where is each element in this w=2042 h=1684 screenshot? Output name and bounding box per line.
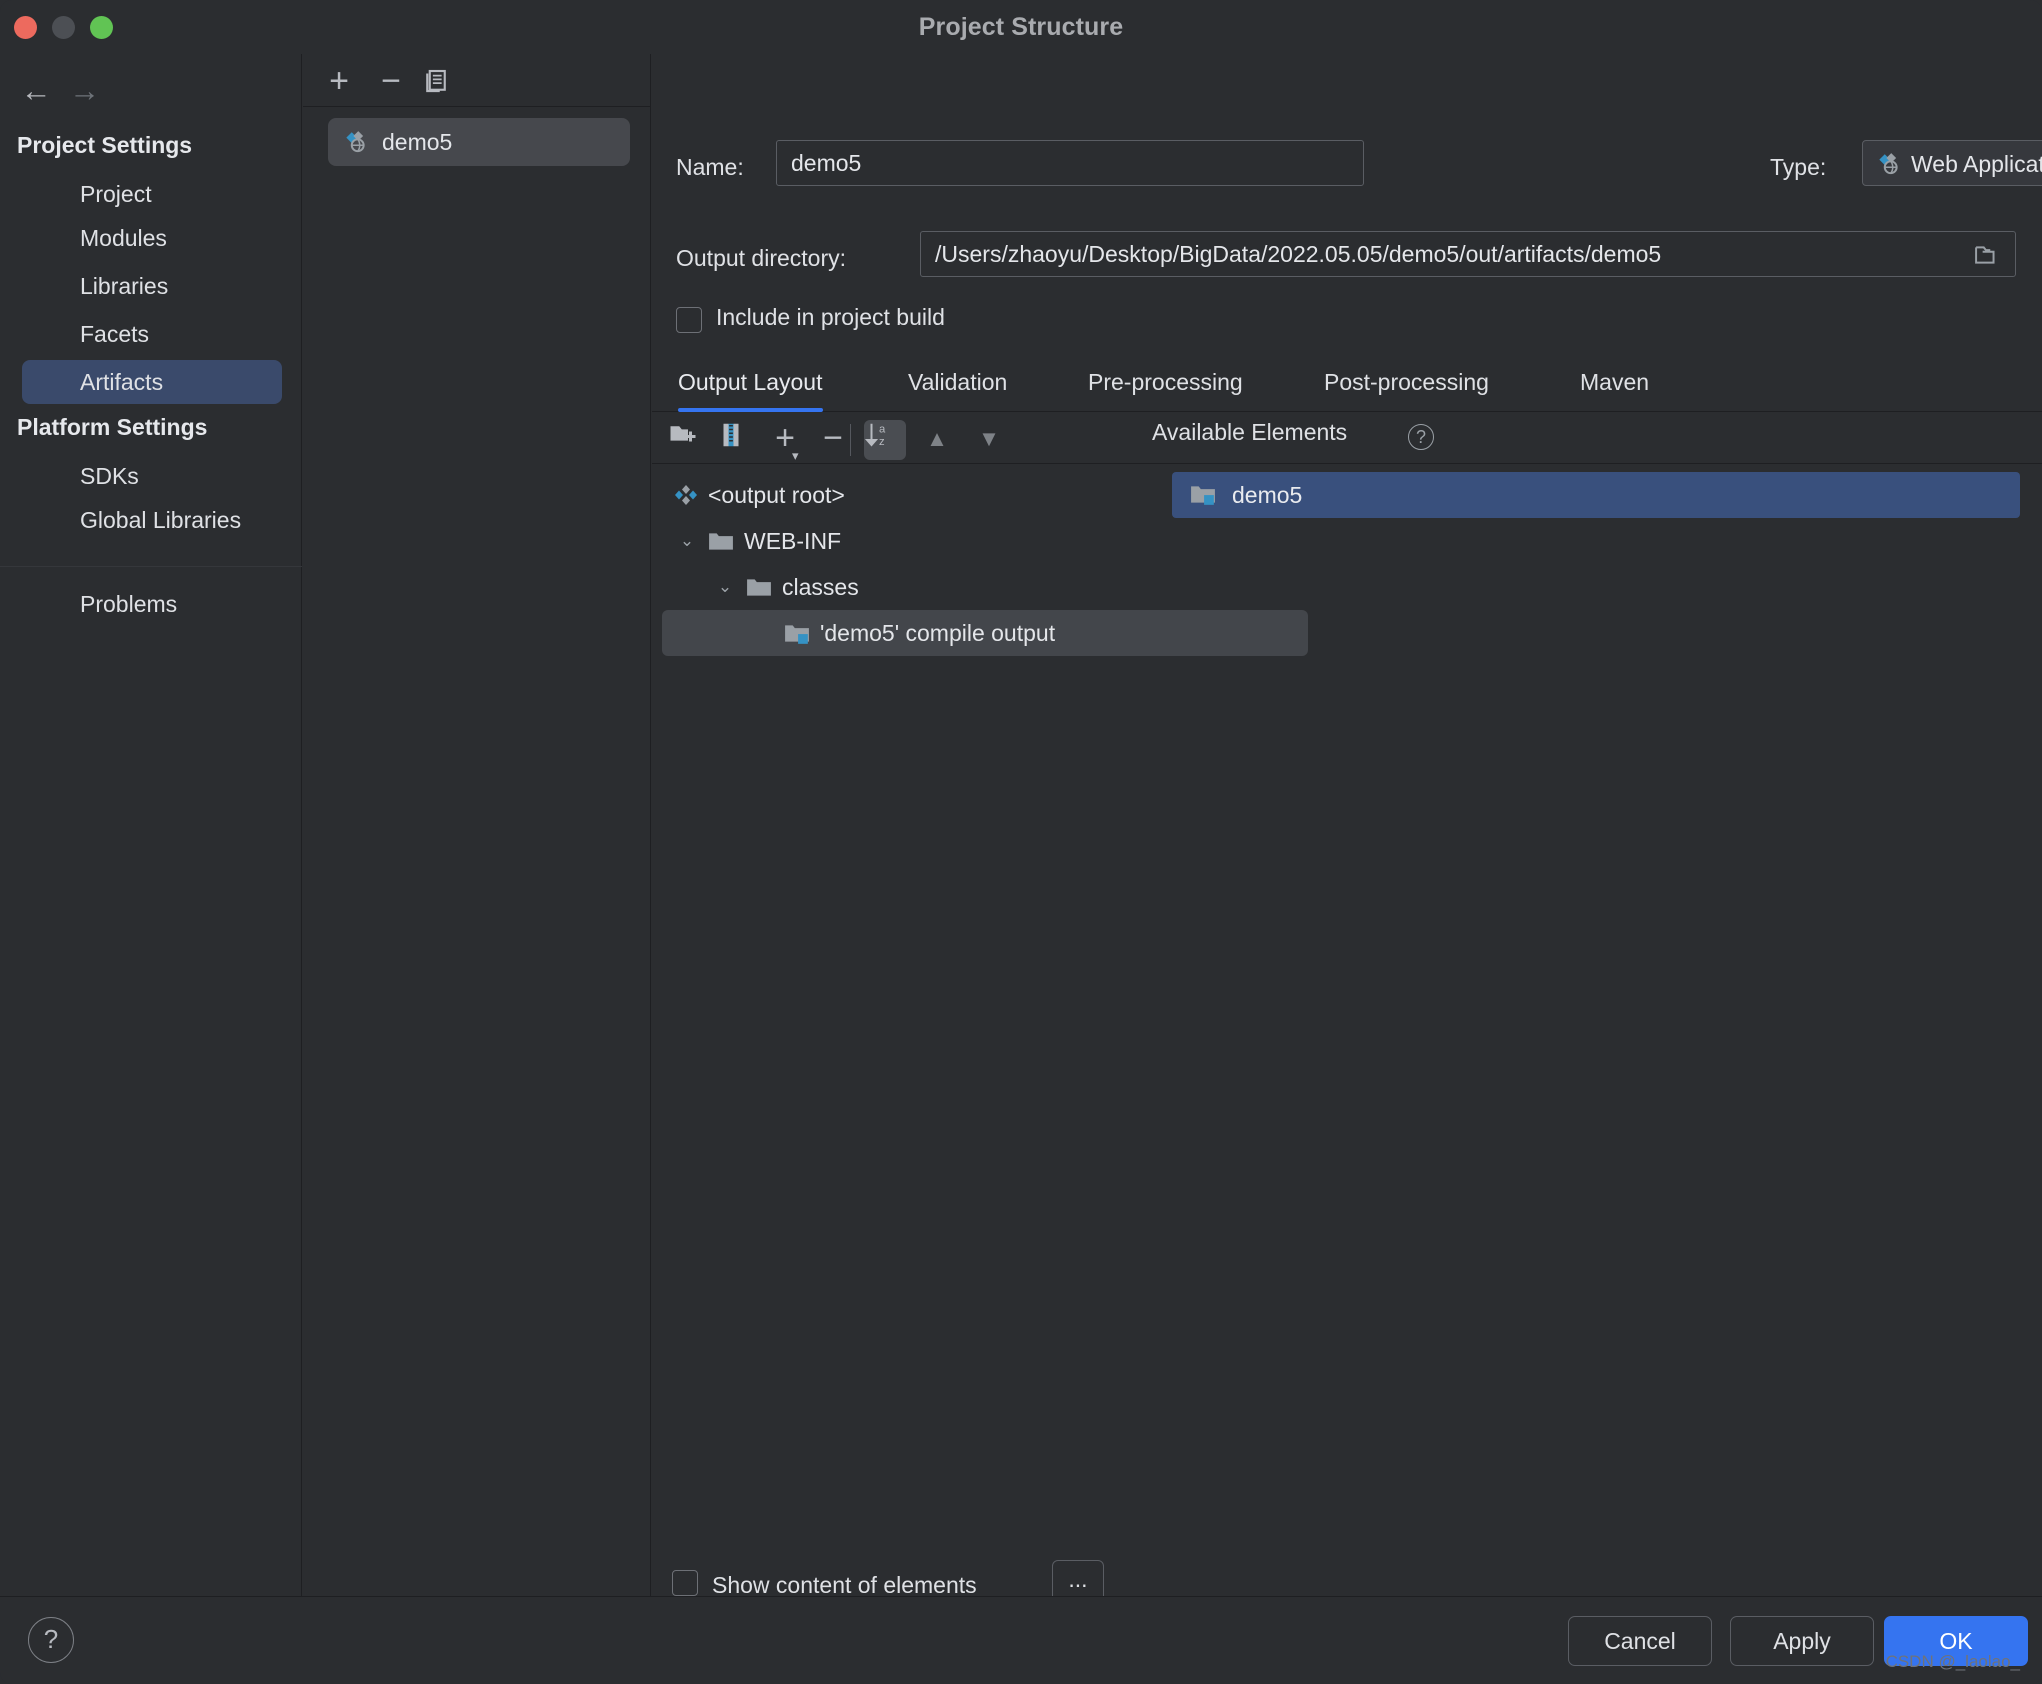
chevron-down-icon[interactable]: ⌄ bbox=[676, 518, 698, 564]
chevron-down-icon: ▾ bbox=[792, 448, 799, 463]
name-input[interactable]: demo5 bbox=[776, 140, 1364, 186]
show-content-of-elements-label: Show content of elements bbox=[712, 1572, 977, 1598]
tab-post-processing[interactable]: Post-processing bbox=[1324, 360, 1489, 412]
toolbar-separator bbox=[850, 424, 851, 456]
sidebar-item-facets[interactable]: Facets bbox=[22, 312, 282, 356]
dialog-footer: ? Cancel Apply OK CSDN @_laolao_ bbox=[0, 1596, 2042, 1684]
window-title: Project Structure bbox=[918, 13, 1124, 41]
help-button[interactable]: ? bbox=[28, 1617, 74, 1663]
apply-button[interactable]: Apply bbox=[1730, 1616, 1874, 1666]
type-dropdown-value: Web Application: Exploded bbox=[1911, 151, 2042, 177]
output-directory-input[interactable]: /Users/zhaoyu/Desktop/BigData/2022.05.05… bbox=[920, 231, 2016, 277]
tree-row-label: classes bbox=[782, 574, 859, 600]
type-dropdown[interactable]: Web Application: Exploded ▾ bbox=[1862, 140, 2042, 186]
sidebar-item-problems[interactable]: Problems bbox=[22, 582, 282, 626]
sidebar-item-project[interactable]: Project bbox=[22, 172, 282, 216]
create-archive-icon bbox=[723, 423, 739, 447]
nav-group-title-platform-settings: Platform Settings bbox=[17, 414, 208, 440]
sidebar-item-artifacts[interactable]: Artifacts bbox=[22, 360, 282, 404]
tab-output-layout[interactable]: Output Layout bbox=[678, 360, 823, 412]
available-elements-divider bbox=[1150, 463, 2042, 464]
remove-icon: − bbox=[823, 419, 843, 457]
artifact-root-icon bbox=[674, 483, 698, 507]
cancel-button[interactable]: Cancel bbox=[1568, 1616, 1712, 1666]
navigation-arrows: ← → bbox=[14, 74, 106, 108]
web-application-icon bbox=[342, 129, 368, 155]
add-element-button[interactable]: + ▾ bbox=[764, 420, 806, 463]
tree-row-label: WEB-INF bbox=[744, 528, 842, 554]
watermark: CSDN @_laolao_ bbox=[1885, 1652, 2020, 1671]
sidebar-item-libraries[interactable]: Libraries bbox=[22, 264, 282, 308]
move-up-button[interactable]: ▲ bbox=[916, 420, 958, 460]
sort-alphabetically-icon: a z bbox=[864, 424, 886, 448]
tree-row-web-inf[interactable]: ⌄ WEB-INF bbox=[662, 518, 841, 564]
create-archive-button[interactable] bbox=[716, 420, 758, 460]
module-output-icon bbox=[784, 622, 810, 644]
show-content-of-elements-checkbox[interactable] bbox=[672, 1570, 698, 1596]
move-down-icon: ▼ bbox=[978, 426, 1000, 451]
output-directory-label: Output directory: bbox=[676, 245, 847, 271]
tree-row-label: <output root> bbox=[708, 482, 845, 508]
tab-maven[interactable]: Maven bbox=[1580, 360, 1649, 412]
move-up-icon: ▲ bbox=[926, 426, 948, 451]
nav-group-title-project-settings: Project Settings bbox=[17, 132, 193, 158]
svg-text:a: a bbox=[879, 424, 886, 436]
tab-validation[interactable]: Validation bbox=[908, 360, 1007, 412]
sort-alphabetically-button[interactable]: a z bbox=[864, 420, 906, 460]
artifact-detail-panel: Name: demo5 Type: Web Application: Explo… bbox=[652, 54, 2042, 1642]
copy-icon bbox=[426, 69, 446, 93]
available-elements-label: Available Elements bbox=[1152, 419, 1348, 445]
available-element-demo5[interactable]: demo5 bbox=[1172, 472, 2020, 518]
project-structure-dialog: Project Structure ← → Project Settings P… bbox=[0, 0, 2042, 1684]
sidebar-item-modules[interactable]: Modules bbox=[22, 216, 282, 260]
svg-text:z: z bbox=[879, 436, 885, 448]
remove-artifact-button[interactable]: − bbox=[371, 64, 411, 100]
tree-row-label: 'demo5' compile output bbox=[820, 620, 1056, 646]
tree-row-demo5-compile-output[interactable]: 'demo5' compile output bbox=[662, 610, 1308, 656]
include-in-project-build-label: Include in project build bbox=[716, 304, 945, 330]
title-bar: Project Structure bbox=[0, 0, 2042, 54]
back-arrow-icon[interactable]: ← bbox=[14, 74, 58, 108]
tree-row-classes[interactable]: ⌄ classes bbox=[662, 564, 859, 610]
add-artifact-button[interactable]: + bbox=[319, 64, 359, 100]
type-label: Type: bbox=[1770, 154, 1827, 180]
tab-pre-processing[interactable]: Pre-processing bbox=[1088, 360, 1243, 412]
artifact-item-label: demo5 bbox=[382, 129, 453, 155]
folder-open-icon[interactable] bbox=[1973, 243, 2001, 267]
web-application-icon bbox=[1875, 151, 1901, 177]
artifact-list-item-demo5[interactable]: demo5 bbox=[328, 118, 630, 166]
module-output-icon bbox=[1190, 483, 1216, 505]
artifacts-toolbar: + − bbox=[303, 54, 650, 107]
tree-row-output-root[interactable]: <output root> bbox=[662, 472, 845, 518]
output-directory-value: /Users/zhaoyu/Desktop/BigData/2022.05.05… bbox=[935, 241, 1662, 267]
forward-arrow-icon[interactable]: → bbox=[62, 74, 106, 108]
create-directory-icon bbox=[670, 426, 696, 442]
include-in-project-build-checkbox[interactable] bbox=[676, 307, 702, 333]
available-element-label: demo5 bbox=[1232, 482, 1303, 508]
remove-element-button[interactable]: − bbox=[812, 420, 854, 460]
sidebar-divider bbox=[0, 566, 302, 567]
move-down-button[interactable]: ▼ bbox=[968, 420, 1010, 460]
folder-icon bbox=[708, 530, 734, 552]
artifacts-list-panel: + − demo5 bbox=[303, 54, 651, 1642]
copy-artifact-button[interactable] bbox=[421, 66, 461, 102]
detail-tabs: Output Layout Validation Pre-processing … bbox=[668, 360, 2042, 412]
name-label: Name: bbox=[676, 154, 744, 180]
settings-sidebar: ← → Project Settings Project Modules Lib… bbox=[0, 54, 302, 1684]
folder-icon bbox=[746, 576, 772, 598]
sidebar-item-global-libraries[interactable]: Global Libraries bbox=[22, 498, 282, 542]
sidebar-item-sdks[interactable]: SDKs bbox=[22, 454, 282, 498]
chevron-down-icon[interactable]: ⌄ bbox=[714, 564, 736, 610]
help-icon[interactable]: ? bbox=[1408, 424, 1434, 450]
create-directory-button[interactable] bbox=[668, 420, 710, 460]
